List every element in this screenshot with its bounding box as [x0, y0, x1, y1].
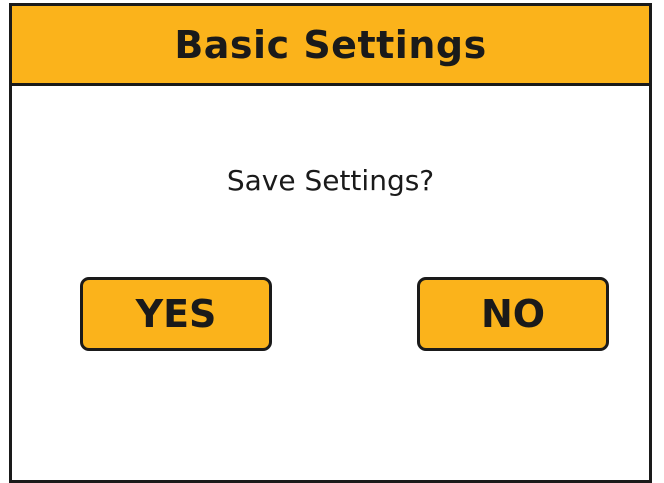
no-button[interactable]: NO	[417, 277, 609, 351]
dialog-title: Basic Settings	[174, 22, 487, 67]
dialog-title-bar: Basic Settings	[12, 6, 649, 86]
save-settings-dialog: Basic Settings Save Settings? YES NO	[9, 3, 652, 483]
dialog-prompt: Save Settings?	[226, 164, 435, 197]
yes-button[interactable]: YES	[80, 277, 272, 351]
